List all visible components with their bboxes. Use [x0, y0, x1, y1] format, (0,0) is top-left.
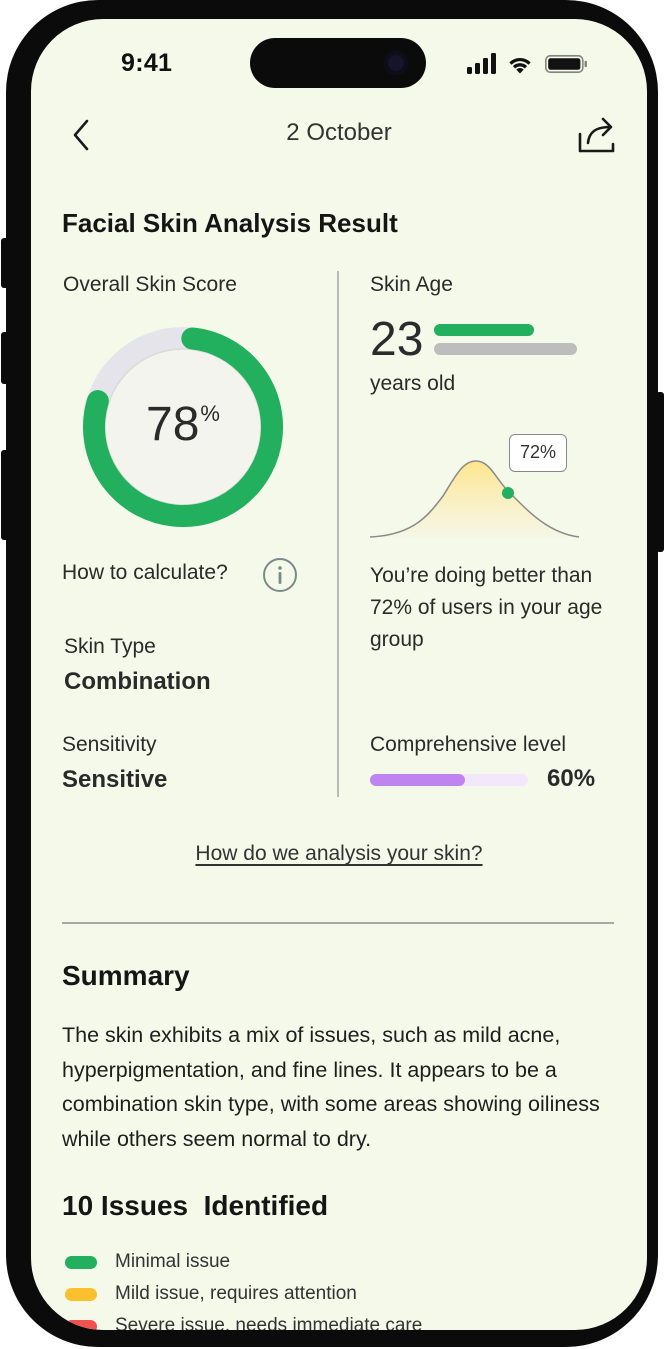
skin-type-value: Combination: [64, 668, 211, 695]
how-to-calculate-label: How to calculate?: [62, 561, 228, 584]
share-icon: [578, 117, 615, 153]
skin-age-value: 23: [370, 313, 424, 366]
overall-score-label: Overall Skin Score: [63, 273, 237, 296]
summary-text: The skin exhibits a mix of issues, such …: [62, 1023, 600, 1151]
score-unit: %: [200, 401, 220, 426]
section-divider: [62, 922, 614, 924]
skin-age-label: Skin Age: [370, 273, 453, 296]
share-button[interactable]: [577, 115, 617, 160]
comprehensive-bar-fill: [370, 774, 465, 786]
legend-label: Severe issue, needs immediate care: [115, 1315, 423, 1330]
phone-frame: 9:41 2 October Facial Skin Analysis Resu…: [6, 0, 658, 1347]
wifi-icon: [509, 57, 531, 74]
camera-icon: [384, 51, 408, 75]
screen: 9:41 2 October Facial Skin Analysis Resu…: [31, 19, 647, 1330]
score-number: 78: [146, 398, 200, 451]
legend-label: Minimal issue: [115, 1251, 231, 1272]
info-icon: [263, 558, 297, 592]
dynamic-island: [250, 38, 426, 88]
yellow-dot-icon: [65, 1288, 97, 1301]
skin-age-bar-track: [434, 343, 577, 355]
skin-type-label: Skin Type: [64, 635, 156, 658]
percentile-marker: [502, 487, 514, 499]
sensitivity-label: Sensitivity: [62, 733, 157, 756]
column-divider: [337, 271, 339, 797]
red-dot-icon: [65, 1320, 97, 1330]
status-icons: [467, 52, 589, 81]
percentile-tooltip: 72%: [509, 434, 567, 472]
status-time: 9:41: [121, 49, 173, 77]
comprehensive-label: Comprehensive level: [370, 733, 567, 756]
legend-label: Mild issue, requires attention: [115, 1283, 357, 1304]
summary-title: Summary: [62, 960, 190, 991]
sensitivity-value: Sensitive: [62, 766, 168, 793]
issues-title: 10 Issues Identified: [62, 1190, 329, 1221]
skin-age-unit: years old: [370, 372, 456, 395]
analysis-method-link-text[interactable]: How do we analysis your skin?: [195, 842, 482, 865]
battery-icon: [545, 55, 587, 73]
analysis-heading: Facial Skin Analysis Result: [62, 208, 398, 238]
green-dot-icon: [65, 1256, 97, 1269]
analysis-method-link[interactable]: How do we analysis your skin?: [31, 842, 647, 866]
percentile-description: You’re doing better than 72% of users in…: [370, 564, 603, 651]
score-value: 78%: [83, 397, 283, 452]
comprehensive-value: 60%: [547, 765, 596, 792]
page-date-title: 2 October: [286, 119, 392, 146]
skin-age-bar-fill: [434, 324, 534, 336]
cellular-signal-icon: [467, 53, 496, 74]
info-button[interactable]: [262, 557, 298, 598]
